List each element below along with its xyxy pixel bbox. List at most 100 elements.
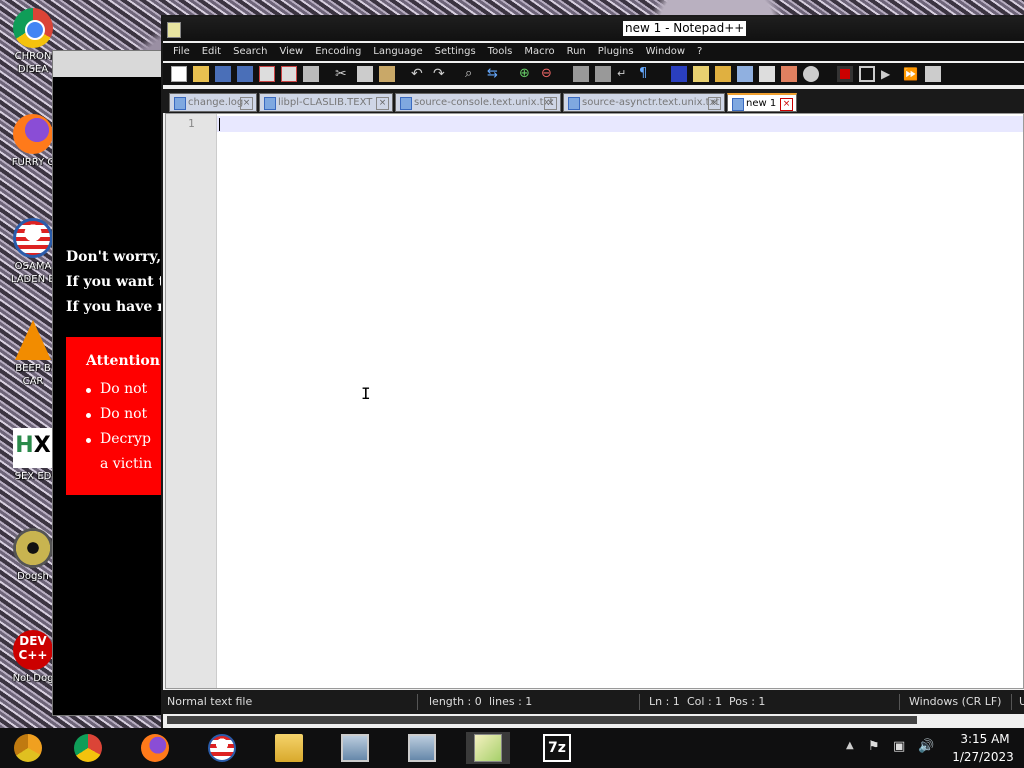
- doc-switcher-icon[interactable]: [803, 66, 819, 82]
- tab-change-log[interactable]: change.log ×: [169, 93, 257, 112]
- record-macro-icon[interactable]: [837, 66, 853, 82]
- cut-icon[interactable]: ✂: [335, 66, 351, 82]
- tab-close-icon[interactable]: ×: [780, 98, 793, 111]
- close-file-icon[interactable]: [259, 66, 275, 82]
- notepadpp-app-icon[interactable]: [167, 22, 181, 38]
- tab-new-1[interactable]: new 1 ×: [727, 93, 797, 112]
- attention-bullet: Do not: [85, 406, 148, 422]
- find-icon[interactable]: ⌕: [465, 66, 481, 82]
- chrome-icon: [74, 734, 102, 762]
- text-editor[interactable]: 1 I: [165, 113, 1024, 689]
- chrome-canary-icon: [14, 734, 42, 762]
- save-icon[interactable]: [215, 66, 231, 82]
- flag-icon[interactable]: ⚑: [868, 740, 882, 754]
- tab-close-icon[interactable]: ×: [544, 97, 557, 110]
- obama-logo-icon: [13, 218, 53, 258]
- menu-window[interactable]: Window: [640, 43, 691, 61]
- taskbar-network-pc-2[interactable]: [400, 732, 444, 764]
- taskbar-notepadpp[interactable]: [466, 732, 510, 764]
- 7zip-icon: 7z: [543, 734, 571, 762]
- current-line-highlight: [217, 116, 1023, 132]
- play-multiple-macro-icon[interactable]: ⏩: [903, 66, 919, 82]
- save-macro-icon[interactable]: [925, 66, 941, 82]
- clock-time[interactable]: 3:15 AM: [950, 732, 1020, 746]
- tab-close-icon[interactable]: ×: [708, 97, 721, 110]
- new-file-icon[interactable]: [171, 66, 187, 82]
- clock-date[interactable]: 1/27/2023: [946, 750, 1020, 764]
- tab-source-asynctr[interactable]: source-asynctr.text.unix.txt ×: [563, 93, 725, 112]
- volume-icon[interactable]: 🔊: [918, 740, 934, 754]
- folder-workspace-icon[interactable]: [759, 66, 775, 82]
- file-explorer-icon: [275, 734, 303, 762]
- taskbar-obama[interactable]: [200, 732, 244, 764]
- title-bar[interactable]: new 1 - Notepad++: [163, 17, 1024, 41]
- notepadpp-window[interactable]: new 1 - Notepad++ File Edit Search View Enco…: [161, 15, 1024, 728]
- status-filetype: Normal text file: [167, 695, 253, 708]
- function-list-icon[interactable]: [737, 66, 753, 82]
- horizontal-scrollbar[interactable]: [167, 716, 917, 724]
- show-all-chars-icon[interactable]: ¶: [639, 66, 655, 82]
- stop-macro-icon[interactable]: [859, 66, 875, 82]
- redo-icon[interactable]: ↷: [433, 66, 449, 82]
- close-all-icon[interactable]: [281, 66, 297, 82]
- status-divider: [417, 694, 418, 710]
- menu-tools[interactable]: Tools: [482, 43, 519, 61]
- menu-search[interactable]: Search: [227, 43, 273, 61]
- menu-view[interactable]: View: [273, 43, 309, 61]
- save-all-icon[interactable]: [237, 66, 253, 82]
- print-icon[interactable]: [303, 66, 319, 82]
- menu-encoding[interactable]: Encoding: [309, 43, 367, 61]
- udl-icon[interactable]: [693, 66, 709, 82]
- menu-run[interactable]: Run: [561, 43, 592, 61]
- menu-settings[interactable]: Settings: [429, 43, 482, 61]
- taskbar-chrome-canary[interactable]: [6, 732, 50, 764]
- monitoring-icon[interactable]: [781, 66, 797, 82]
- play-macro-icon[interactable]: ▶: [881, 66, 897, 82]
- copy-icon[interactable]: [357, 66, 373, 82]
- attention-heading: Attention!: [86, 353, 167, 369]
- menu-help[interactable]: ?: [691, 43, 708, 61]
- taskbar-7zip[interactable]: 7z: [535, 732, 579, 764]
- taskbar-firefox[interactable]: [133, 732, 177, 764]
- menu-edit[interactable]: Edit: [196, 43, 227, 61]
- document-icon: [264, 97, 276, 110]
- menu-plugins[interactable]: Plugins: [592, 43, 640, 61]
- network-icon[interactable]: ▣: [893, 740, 907, 754]
- sync-horizontal-icon[interactable]: [595, 66, 611, 82]
- open-file-icon[interactable]: [193, 66, 209, 82]
- tab-label: source-console.text.unix.txt: [414, 97, 554, 108]
- taskbar: 7z ▲ ⚑ ▣ 🔊 3:15 AM 1/27/2023: [0, 728, 1024, 768]
- menu-language[interactable]: Language: [367, 43, 428, 61]
- disc-icon: [13, 528, 53, 568]
- window-title: new 1 - Notepad++: [623, 21, 747, 36]
- show-hidden-icons-icon[interactable]: ▲: [846, 740, 854, 751]
- taskbar-chrome[interactable]: [66, 732, 110, 764]
- tab-close-icon[interactable]: ×: [240, 97, 253, 110]
- menu-file[interactable]: File: [167, 43, 196, 61]
- network-pc-icon: [408, 734, 436, 762]
- tab-label: change.log: [188, 97, 244, 108]
- tab-source-console[interactable]: source-console.text.unix.txt ×: [395, 93, 561, 112]
- tab-label: new 1: [746, 98, 777, 109]
- taskbar-file-explorer[interactable]: [267, 732, 311, 764]
- tab-close-icon[interactable]: ×: [376, 97, 389, 110]
- tab-label: source-asynctr.text.unix.txt: [582, 97, 720, 108]
- status-bar: Normal text file length : 0 lines : 1 Ln…: [163, 690, 1024, 714]
- menu-macro[interactable]: Macro: [518, 43, 560, 61]
- doc-map-icon[interactable]: [715, 66, 731, 82]
- indent-guide-icon[interactable]: [671, 66, 687, 82]
- vlc-icon: [15, 320, 51, 360]
- paste-icon[interactable]: [379, 66, 395, 82]
- status-eol: Windows (CR LF): [909, 695, 1002, 708]
- replace-icon[interactable]: ⇆: [487, 66, 503, 82]
- undo-icon[interactable]: ↶: [411, 66, 427, 82]
- word-wrap-icon[interactable]: ↵: [617, 66, 633, 82]
- ransom-window[interactable]: Don't worry, If you want t If you have r…: [52, 50, 186, 716]
- sync-vertical-icon[interactable]: [573, 66, 589, 82]
- zoom-out-icon[interactable]: ⊖: [541, 66, 557, 82]
- status-divider: [639, 694, 640, 710]
- taskbar-network-pc-1[interactable]: [333, 732, 377, 764]
- tab-libpl-claslib[interactable]: libpl-CLASLIB.TEXT ×: [259, 93, 393, 112]
- zoom-in-icon[interactable]: ⊕: [519, 66, 535, 82]
- ransom-titlebar[interactable]: [53, 51, 171, 77]
